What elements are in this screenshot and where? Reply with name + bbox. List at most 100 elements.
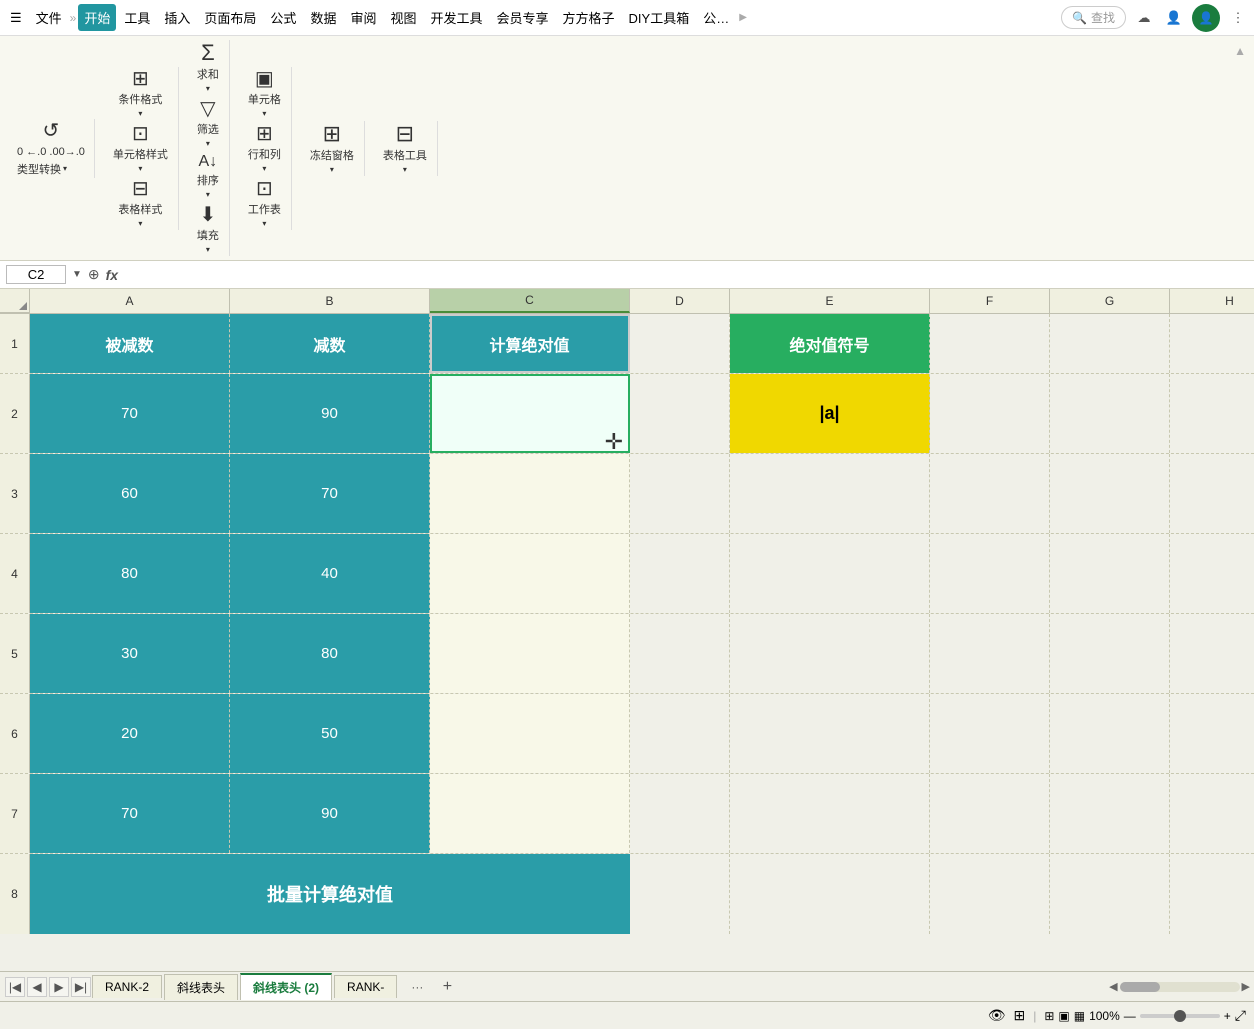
- cell-h4[interactable]: [1170, 534, 1254, 613]
- col-header-c[interactable]: C: [430, 289, 630, 313]
- view-page-break-icon[interactable]: ▣: [1058, 1009, 1069, 1023]
- menu-file[interactable]: 文件: [30, 4, 68, 31]
- cell-c4[interactable]: [430, 534, 630, 613]
- ribbon-sum-btn[interactable]: Σ 求和 ▾: [193, 40, 223, 95]
- cell-b5[interactable]: 80: [230, 614, 430, 693]
- cell-g5[interactable]: [1050, 614, 1170, 693]
- row-num-5[interactable]: 5: [0, 614, 30, 693]
- menu-formula[interactable]: 公式: [264, 4, 302, 31]
- cell-h1[interactable]: [1170, 314, 1254, 373]
- sheet-nav-next[interactable]: ▶: [49, 977, 69, 997]
- col-header-d[interactable]: D: [630, 289, 730, 313]
- cell-g2[interactable]: [1050, 374, 1170, 453]
- cell-d1[interactable]: [630, 314, 730, 373]
- cell-d2[interactable]: [630, 374, 730, 453]
- cell-d5[interactable]: [630, 614, 730, 693]
- cell-f7[interactable]: [930, 774, 1050, 853]
- menu-fangge[interactable]: 方方格子: [557, 4, 621, 31]
- cell-f6[interactable]: [930, 694, 1050, 773]
- col-header-h[interactable]: H: [1170, 289, 1254, 313]
- sheet-tab-slanted[interactable]: 斜线表头: [164, 974, 238, 1000]
- cell-b2[interactable]: 90: [230, 374, 430, 453]
- col-header-a[interactable]: A: [30, 289, 230, 313]
- sheet-tab-rank[interactable]: RANK-: [334, 975, 397, 998]
- cell-e3[interactable]: [730, 454, 930, 533]
- ribbon-fill-btn[interactable]: ⬇ 填充 ▾: [193, 203, 223, 256]
- cell-a7[interactable]: 70: [30, 774, 230, 853]
- cell-a3[interactable]: 60: [30, 454, 230, 533]
- cell-b4[interactable]: 40: [230, 534, 430, 613]
- cell-e6[interactable]: [730, 694, 930, 773]
- sheet-nav-last[interactable]: ▶|: [71, 977, 91, 997]
- cell-e8[interactable]: [730, 854, 930, 934]
- cell-g8[interactable]: [1050, 854, 1170, 934]
- row-num-2[interactable]: 2: [0, 374, 30, 453]
- cell-c3[interactable]: [430, 454, 630, 533]
- cell-h2[interactable]: [1170, 374, 1254, 453]
- ribbon-number-format-btn[interactable]: 0 ←.0 .00→.0: [14, 145, 88, 159]
- cell-f4[interactable]: [930, 534, 1050, 613]
- cell-b1[interactable]: 减数: [230, 314, 430, 373]
- cell-h5[interactable]: [1170, 614, 1254, 693]
- ribbon-sort-btn[interactable]: A↓ 排序 ▾: [193, 152, 223, 201]
- cell-f8[interactable]: [930, 854, 1050, 934]
- col-header-f[interactable]: F: [930, 289, 1050, 313]
- cell-c6[interactable]: [430, 694, 630, 773]
- cell-a5[interactable]: 30: [30, 614, 230, 693]
- cloud-icon[interactable]: ☁: [1132, 6, 1156, 30]
- sheet-tab-slanted2[interactable]: 斜线表头 (2): [240, 973, 332, 1000]
- cell-g6[interactable]: [1050, 694, 1170, 773]
- view-normal-icon[interactable]: ⊞: [1044, 1009, 1054, 1023]
- cell-h6[interactable]: [1170, 694, 1254, 773]
- menu-member[interactable]: 会员专享: [491, 4, 555, 31]
- cell-a4[interactable]: 80: [30, 534, 230, 613]
- search-box[interactable]: 🔍 查找: [1061, 6, 1126, 29]
- cell-d6[interactable]: [630, 694, 730, 773]
- menu-start[interactable]: 开始: [78, 4, 116, 31]
- cell-e1[interactable]: 绝对值符号: [730, 314, 930, 373]
- row-num-6[interactable]: 6: [0, 694, 30, 773]
- formula-input[interactable]: [124, 267, 1248, 282]
- cell-b3[interactable]: 70: [230, 454, 430, 533]
- cell-ref-dropdown[interactable]: ▼: [72, 269, 82, 280]
- cell-d8[interactable]: [630, 854, 730, 934]
- cell-reference-input[interactable]: C2: [6, 265, 66, 284]
- ribbon-conditional-format-btn[interactable]: ⊞ 条件格式 ▾: [114, 67, 166, 120]
- menu-diy[interactable]: DIY工具箱: [623, 4, 696, 31]
- cell-g7[interactable]: [1050, 774, 1170, 853]
- cell-abc8-merged[interactable]: 批量计算绝对值: [30, 854, 630, 934]
- cell-d7[interactable]: [630, 774, 730, 853]
- row-num-4[interactable]: 4: [0, 534, 30, 613]
- menu-page-layout[interactable]: 页面布局: [198, 4, 262, 31]
- cell-d3[interactable]: [630, 454, 730, 533]
- cell-g4[interactable]: [1050, 534, 1170, 613]
- cell-b6[interactable]: 50: [230, 694, 430, 773]
- fullscreen-icon[interactable]: ⤢: [1235, 1007, 1246, 1024]
- cell-e7[interactable]: [730, 774, 930, 853]
- col-header-b[interactable]: B: [230, 289, 430, 313]
- scroll-right-icon[interactable]: ▶: [1242, 980, 1250, 993]
- cell-c5[interactable]: [430, 614, 630, 693]
- sheet-tab-rank2[interactable]: RANK-2: [92, 975, 162, 998]
- cell-c2[interactable]: ✛: [430, 374, 630, 453]
- cell-c7[interactable]: [430, 774, 630, 853]
- zoom-in-btn[interactable]: +: [1224, 1009, 1231, 1023]
- row-num-8[interactable]: 8: [0, 854, 30, 934]
- menu-tools[interactable]: 工具: [118, 4, 156, 31]
- cell-h8[interactable]: [1170, 854, 1254, 934]
- cell-h3[interactable]: [1170, 454, 1254, 533]
- cell-f3[interactable]: [930, 454, 1050, 533]
- ribbon-table-tools-btn[interactable]: ⊟ 表格工具 ▾: [379, 121, 431, 176]
- cell-f1[interactable]: [930, 314, 1050, 373]
- ribbon-freeze-btn[interactable]: ⊞ 冻结窗格 ▾: [306, 121, 358, 176]
- menu-more[interactable]: 公…: [697, 4, 735, 31]
- cell-a2[interactable]: 70: [30, 374, 230, 453]
- zoom-slider-track[interactable]: [1140, 1014, 1220, 1018]
- sheet-add-button[interactable]: +: [437, 977, 457, 997]
- ribbon-cell-btn[interactable]: ▣ 单元格 ▾: [244, 67, 285, 120]
- menu-review[interactable]: 审阅: [344, 4, 382, 31]
- cell-a6[interactable]: 20: [30, 694, 230, 773]
- cell-a1[interactable]: 被减数: [30, 314, 230, 373]
- ribbon-filter-btn[interactable]: ▽ 筛选 ▾: [193, 97, 223, 150]
- menu-devtools[interactable]: 开发工具: [424, 4, 488, 31]
